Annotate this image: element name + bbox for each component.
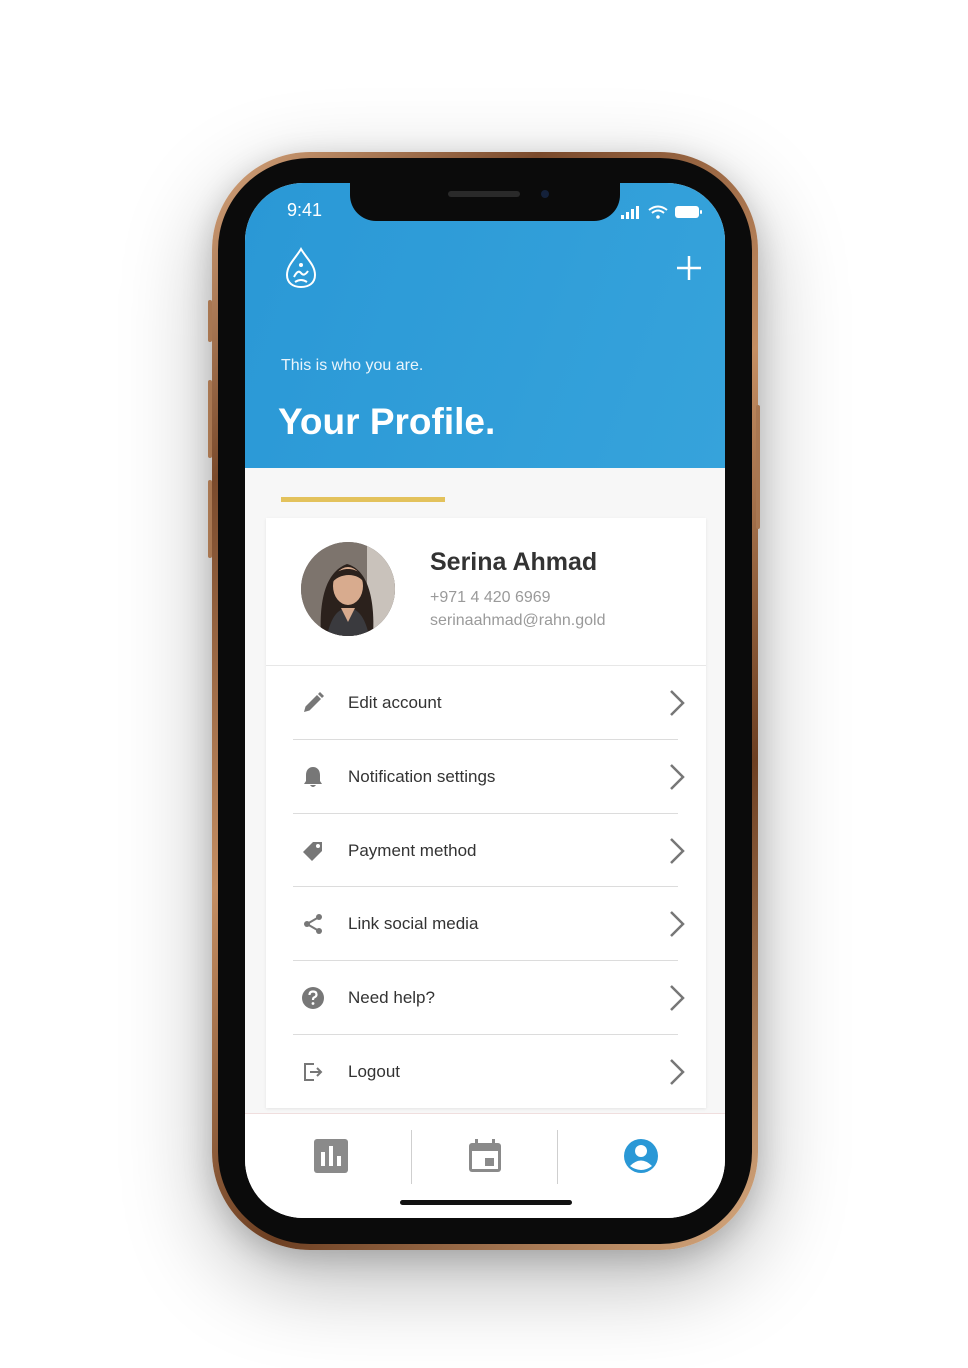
profile-summary: Serina Ahmad +971 4 420 6969 serinaahmad… xyxy=(266,518,706,666)
tab-profile[interactable] xyxy=(561,1114,721,1204)
calendar-icon xyxy=(469,1139,501,1172)
add-icon[interactable] xyxy=(675,254,703,282)
battery-icon xyxy=(675,206,699,218)
avatar[interactable] xyxy=(301,542,395,636)
menu-item-logout[interactable]: Logout xyxy=(266,1035,706,1109)
bell-icon xyxy=(304,766,322,787)
share-icon xyxy=(304,914,322,935)
chevron-right-icon xyxy=(670,911,685,938)
page-title: Your Profile. xyxy=(278,401,496,442)
menu-item-label: Notification settings xyxy=(348,766,496,786)
volume-down-button xyxy=(208,480,212,558)
signal-icon xyxy=(621,215,624,219)
chevron-right-icon xyxy=(670,690,685,716)
pencil-icon xyxy=(304,692,324,712)
header-subtitle: This is who you are. xyxy=(281,357,424,374)
menu-item-label: Logout xyxy=(348,1061,400,1081)
notch xyxy=(350,183,620,221)
menu-item-notification-settings[interactable]: Notification settings xyxy=(266,740,706,814)
menu-item-need-help[interactable]: Need help? xyxy=(266,961,706,1035)
tab-stats[interactable] xyxy=(251,1114,411,1204)
menu-item-label: Payment method xyxy=(348,840,477,860)
phone-screen: 9:41 This is who you are. Your Profile. … xyxy=(245,183,725,1218)
front-camera xyxy=(541,190,549,198)
bar-chart-icon xyxy=(314,1139,348,1173)
settings-menu: Edit account Notification settings Payme… xyxy=(266,666,706,1109)
accent-bar xyxy=(281,497,445,502)
profile-name: Serina Ahmad xyxy=(430,548,598,576)
user-circle-icon xyxy=(624,1139,658,1173)
mute-switch xyxy=(208,300,212,342)
profile-phone: +971 4 420 6969 xyxy=(430,589,551,606)
menu-item-payment-method[interactable]: Payment method xyxy=(266,814,706,888)
chevron-right-icon xyxy=(670,985,685,1012)
menu-item-edit-account[interactable]: Edit account xyxy=(266,666,706,740)
volume-up-button xyxy=(208,380,212,458)
menu-item-label: Need help? xyxy=(348,988,435,1008)
profile-email: serinaahmad@rahn.gold xyxy=(430,612,606,629)
tab-separator xyxy=(557,1130,558,1184)
brand-logo-icon xyxy=(285,247,317,289)
chevron-right-icon xyxy=(670,1059,685,1085)
status-icons xyxy=(621,205,702,219)
avatar-photo xyxy=(301,542,395,636)
menu-item-label: Edit account xyxy=(348,693,442,712)
menu-item-label: Link social media xyxy=(348,914,479,934)
profile-card: Serina Ahmad +971 4 420 6969 serinaahmad… xyxy=(266,518,706,1108)
profile-header: 9:41 This is who you are. Your Profile. xyxy=(245,183,725,468)
help-circle-icon xyxy=(302,987,324,1010)
logout-icon xyxy=(304,1062,323,1081)
status-time: 9:41 xyxy=(287,200,323,220)
speaker xyxy=(448,191,520,197)
home-indicator xyxy=(400,1200,572,1205)
chevron-right-icon xyxy=(670,763,685,790)
chevron-right-icon xyxy=(670,837,685,864)
tab-calendar[interactable] xyxy=(405,1114,565,1204)
power-button xyxy=(756,405,760,529)
menu-item-link-social-media[interactable]: Link social media xyxy=(266,887,706,962)
tag-icon xyxy=(303,841,322,861)
